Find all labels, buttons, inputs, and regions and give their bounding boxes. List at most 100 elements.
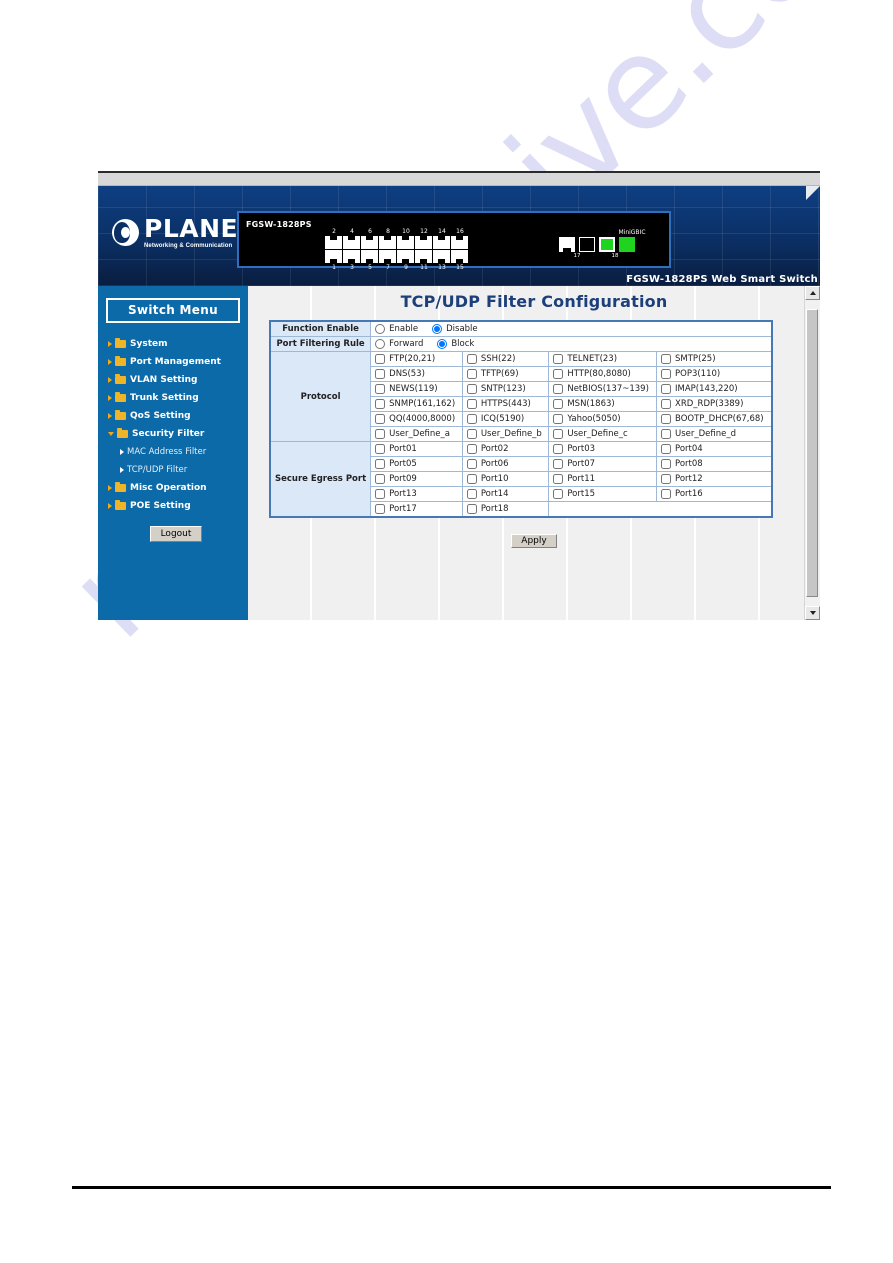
sidebar-item-security-filter[interactable]: Security Filter bbox=[98, 425, 248, 443]
port-checkbox[interactable] bbox=[466, 474, 477, 484]
sidebar-item-poe-setting[interactable]: POE Setting bbox=[98, 497, 248, 515]
port-checkbox[interactable] bbox=[661, 474, 672, 484]
port-label: Port17 bbox=[389, 504, 417, 514]
protocol-checkbox[interactable] bbox=[553, 429, 564, 439]
browser-top-strip bbox=[98, 173, 820, 186]
protocol-checkbox[interactable] bbox=[553, 414, 564, 424]
protocol-checkbox[interactable] bbox=[661, 369, 672, 379]
port-label: Port12 bbox=[675, 474, 703, 484]
port-checkbox[interactable] bbox=[661, 444, 672, 454]
protocol-cell: SSH(22) bbox=[461, 351, 550, 367]
protocol-cell: HTTP(80,8080) bbox=[548, 366, 658, 382]
protocol-checkbox[interactable] bbox=[375, 414, 386, 424]
port-label: Port16 bbox=[675, 489, 703, 499]
scroll-down-button[interactable] bbox=[805, 606, 820, 620]
port-checkbox[interactable] bbox=[466, 444, 477, 454]
sidebar-item-system[interactable]: System bbox=[98, 335, 248, 353]
port-label: Port10 bbox=[480, 474, 509, 484]
port-checkbox[interactable] bbox=[553, 489, 564, 499]
sidebar-item-label: POE Setting bbox=[130, 501, 191, 511]
port-checkbox[interactable] bbox=[466, 459, 477, 469]
scroll-up-button[interactable] bbox=[805, 286, 820, 300]
sidebar-item-mac-address-filter[interactable]: MAC Address Filter bbox=[98, 443, 248, 461]
sidebar-item-vlan-setting[interactable]: VLAN Setting bbox=[98, 371, 248, 389]
folder-icon bbox=[115, 500, 126, 510]
protocol-checkbox[interactable] bbox=[553, 354, 564, 364]
chevron-right-icon bbox=[120, 467, 124, 473]
port-checkbox[interactable] bbox=[375, 444, 386, 454]
protocol-label: NEWS(119) bbox=[389, 384, 438, 394]
protocol-checkbox[interactable] bbox=[553, 369, 564, 379]
port-cell: Port07 bbox=[548, 456, 658, 472]
protocol-checkbox[interactable] bbox=[661, 354, 672, 364]
port-label: 2 bbox=[332, 228, 336, 235]
port-cell: Port09 bbox=[370, 471, 463, 487]
port-checkbox[interactable] bbox=[661, 459, 672, 469]
scrollbar-thumb[interactable] bbox=[806, 309, 818, 597]
function-enable-radio-enable[interactable] bbox=[375, 324, 386, 334]
sidebar-item-port-management[interactable]: Port Management bbox=[98, 353, 248, 371]
port-filtering-radio-forward[interactable] bbox=[375, 339, 386, 349]
protocol-checkbox[interactable] bbox=[375, 399, 386, 409]
protocol-checkbox[interactable] bbox=[375, 354, 386, 364]
logout-area: Logout bbox=[98, 523, 248, 542]
port-checkbox[interactable] bbox=[661, 489, 672, 499]
port-label: Port08 bbox=[675, 459, 703, 469]
protocol-checkbox[interactable] bbox=[466, 429, 477, 439]
protocol-checkbox[interactable] bbox=[466, 414, 477, 424]
protocol-checkbox[interactable] bbox=[375, 369, 386, 379]
function-enable-radio-disable[interactable] bbox=[432, 324, 443, 334]
port-label: 6 bbox=[368, 228, 372, 235]
port-checkbox[interactable] bbox=[375, 504, 386, 514]
port-filtering-rule-options: Forward Block bbox=[370, 336, 773, 352]
sidebar-item-misc-operation[interactable]: Misc Operation bbox=[98, 479, 248, 497]
port-checkbox[interactable] bbox=[553, 474, 564, 484]
switch-web-ui: PLANET Networking & Communication FGSW-1… bbox=[98, 171, 820, 620]
port-checkbox[interactable] bbox=[375, 489, 386, 499]
port-label: 4 bbox=[350, 228, 354, 235]
port-checkbox[interactable] bbox=[466, 504, 477, 514]
protocol-checkbox[interactable] bbox=[553, 399, 564, 409]
footer-rule bbox=[72, 1186, 831, 1189]
protocol-label: SMTP(25) bbox=[675, 354, 716, 364]
port-group-1: 2 4 6 8 1 3 5 7 bbox=[325, 228, 397, 271]
sidebar-item-trunk-setting[interactable]: Trunk Setting bbox=[98, 389, 248, 407]
app-banner: PLANET Networking & Communication FGSW-1… bbox=[98, 186, 820, 286]
protocol-checkbox[interactable] bbox=[466, 399, 477, 409]
protocol-checkbox[interactable] bbox=[375, 429, 386, 439]
apply-button[interactable]: Apply bbox=[511, 534, 557, 548]
protocol-label: XRD_RDP(3389) bbox=[675, 399, 744, 409]
chevron-right-icon bbox=[108, 359, 112, 365]
port-checkbox[interactable] bbox=[553, 444, 564, 454]
port-cell: Port08 bbox=[656, 456, 773, 472]
sidebar-item-label: Port Management bbox=[130, 357, 221, 367]
port-checkbox[interactable] bbox=[375, 459, 386, 469]
port-checkbox[interactable] bbox=[553, 459, 564, 469]
port-label: 16 bbox=[456, 228, 464, 235]
protocol-label: TFTP(69) bbox=[480, 369, 519, 379]
logout-button[interactable]: Logout bbox=[149, 526, 203, 542]
chevron-right-icon bbox=[108, 341, 112, 347]
protocol-cell: FTP(20,21) bbox=[370, 351, 463, 367]
protocol-checkbox[interactable] bbox=[375, 384, 386, 394]
protocol-checkbox[interactable] bbox=[466, 369, 477, 379]
protocol-checkbox[interactable] bbox=[466, 354, 477, 364]
protocol-checkbox[interactable] bbox=[466, 384, 477, 394]
protocol-cell: TFTP(69) bbox=[461, 366, 550, 382]
protocol-checkbox[interactable] bbox=[553, 384, 564, 394]
sidebar-item-tcp-udp-filter[interactable]: TCP/UDP Filter bbox=[98, 461, 248, 479]
port-group-1-top-labels: 2 4 6 8 bbox=[325, 228, 397, 235]
protocol-label: User_Define_d bbox=[675, 429, 737, 439]
protocol-checkbox[interactable] bbox=[661, 414, 672, 424]
vertical-scrollbar[interactable] bbox=[804, 286, 820, 620]
protocol-checkbox[interactable] bbox=[661, 429, 672, 439]
sidebar-item-qos-setting[interactable]: QoS Setting bbox=[98, 407, 248, 425]
protocol-checkbox[interactable] bbox=[661, 384, 672, 394]
port-label: 3 bbox=[350, 264, 354, 271]
protocol-checkbox[interactable] bbox=[661, 399, 672, 409]
port-label: Port01 bbox=[389, 444, 417, 454]
port-filtering-radio-block[interactable] bbox=[437, 339, 448, 349]
port-checkbox[interactable] bbox=[466, 489, 477, 499]
port-label: 1 bbox=[332, 264, 336, 271]
port-checkbox[interactable] bbox=[375, 474, 386, 484]
